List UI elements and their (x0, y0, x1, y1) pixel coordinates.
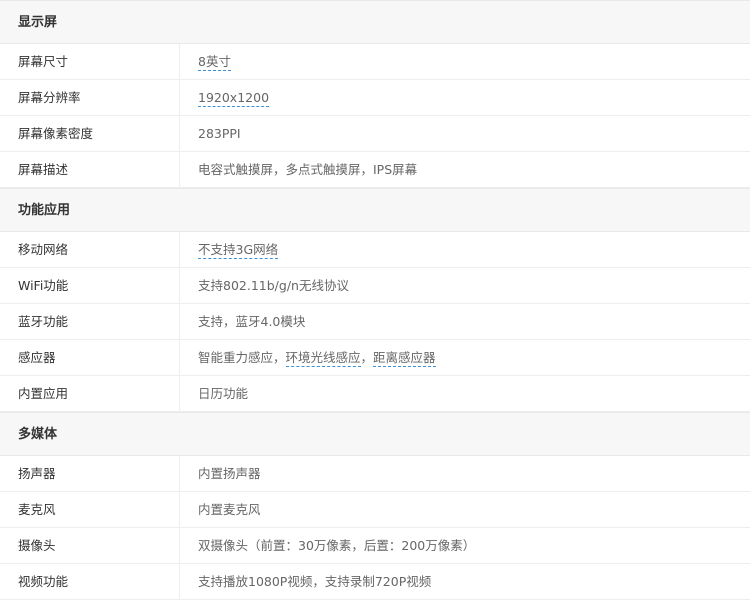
spec-term-link[interactable]: 8英寸 (198, 54, 231, 71)
spec-value-text: 内置扬声器 (198, 466, 261, 481)
spec-row: 屏幕尺寸 8英寸 (0, 44, 750, 80)
spec-row: 蓝牙功能 支持，蓝牙4.0模块 (0, 304, 750, 340)
spec-value-text: 内置麦克风 (198, 502, 261, 517)
spec-section: 功能应用 移动网络 不支持3G网络 WiFi功能 支持802.11b/g/n无线协议蓝牙… (0, 188, 750, 412)
section-header: 功能应用 (0, 188, 750, 232)
spec-section: 多媒体 扬声器 内置扬声器麦克风 内置麦克风摄像头 双摄像头（前置：30万像素，后置：2… (0, 412, 750, 600)
spec-table: 显示屏 屏幕尺寸 8英寸屏幕分辨率 1920x1200 屏幕像素密度 283PPI 屏幕描述… (0, 0, 750, 605)
spec-value: 支持，蓝牙4.0模块 (180, 304, 750, 339)
spec-value: 1920x1200 (180, 80, 750, 115)
spec-row: 视频功能 支持播放1080P视频，支持录制720P视频 (0, 564, 750, 600)
spec-value-text: 日历功能 (198, 386, 249, 401)
spec-value-text: 支持，蓝牙4.0模块 (198, 314, 306, 329)
spec-label: 屏幕像素密度 (0, 116, 180, 151)
spec-term-link[interactable]: 距离感应器 (373, 350, 436, 367)
spec-value: 智能重力感应，环境光线感应，距离感应器 (180, 340, 750, 375)
spec-value: 支持802.11b/g/n无线协议 (180, 268, 750, 303)
spec-value: 8英寸 (180, 44, 750, 79)
spec-row: 摄像头 双摄像头（前置：30万像素，后置：200万像素） (0, 528, 750, 564)
spec-label: WiFi功能 (0, 268, 180, 303)
spec-row: 感应器 智能重力感应，环境光线感应，距离感应器 (0, 340, 750, 376)
spec-value-text: 支持802.11b/g/n无线协议 (198, 278, 349, 293)
spec-label: 屏幕分辨率 (0, 80, 180, 115)
spec-value-text: ， (360, 350, 374, 365)
spec-label: 视频功能 (0, 564, 180, 599)
spec-label: 摄像头 (0, 528, 180, 563)
spec-row: 屏幕描述 电容式触摸屏，多点式触摸屏，IPS屏幕 (0, 152, 750, 188)
spec-value: 支持播放1080P视频，支持录制720P视频 (180, 564, 750, 599)
spec-value-text: 智能重力感应， (198, 350, 286, 365)
spec-label: 内置应用 (0, 376, 180, 411)
spec-term-link[interactable]: 环境光线感应 (285, 350, 361, 367)
spec-label: 感应器 (0, 340, 180, 375)
spec-value: 日历功能 (180, 376, 750, 411)
spec-label: 蓝牙功能 (0, 304, 180, 339)
spec-value-text: 电容式触摸屏，多点式触摸屏，IPS屏幕 (198, 162, 418, 177)
spec-value: 双摄像头（前置：30万像素，后置：200万像素） (180, 528, 750, 563)
spec-term-link[interactable]: 不支持3G网络 (198, 242, 279, 259)
spec-value: 不支持3G网络 (180, 232, 750, 267)
spec-value: 内置扬声器 (180, 456, 750, 491)
section-header: 显示屏 (0, 0, 750, 44)
spec-row: 扬声器 内置扬声器 (0, 456, 750, 492)
spec-label: 移动网络 (0, 232, 180, 267)
spec-value-text: 双摄像头（前置：30万像素，后置：200万像素） (198, 538, 476, 553)
spec-row: 内置应用 日历功能 (0, 376, 750, 412)
spec-row: 麦克风 内置麦克风 (0, 492, 750, 528)
spec-value: 283PPI (180, 116, 750, 151)
spec-label: 屏幕尺寸 (0, 44, 180, 79)
spec-label: 扬声器 (0, 456, 180, 491)
spec-value-text: 283PPI (198, 126, 241, 141)
spec-value-text: 支持播放1080P视频，支持录制720P视频 (198, 574, 432, 589)
spec-row: 屏幕分辨率 1920x1200 (0, 80, 750, 116)
spec-term-link[interactable]: 1920x1200 (198, 90, 270, 107)
spec-section: 显示屏 屏幕尺寸 8英寸屏幕分辨率 1920x1200 屏幕像素密度 283PPI 屏幕描述… (0, 0, 750, 188)
spec-value: 内置麦克风 (180, 492, 750, 527)
spec-row: 移动网络 不支持3G网络 (0, 232, 750, 268)
spec-label: 麦克风 (0, 492, 180, 527)
spec-row: 屏幕像素密度 283PPI (0, 116, 750, 152)
spec-row: WiFi功能 支持802.11b/g/n无线协议 (0, 268, 750, 304)
section-header: 多媒体 (0, 412, 750, 456)
spec-label: 屏幕描述 (0, 152, 180, 187)
spec-value: 电容式触摸屏，多点式触摸屏，IPS屏幕 (180, 152, 750, 187)
